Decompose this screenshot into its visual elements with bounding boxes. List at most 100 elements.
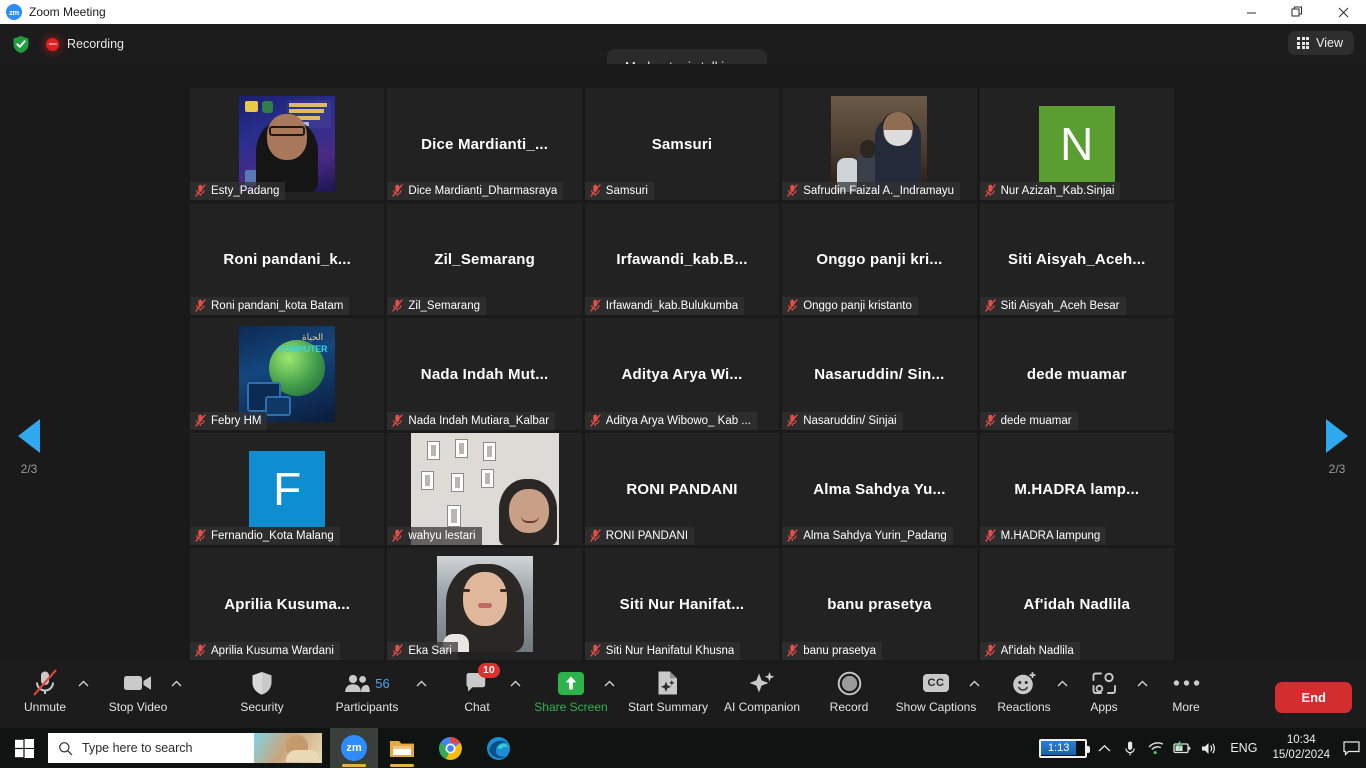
participant-tile[interactable]: Zil_Semarang Zil_Semarang bbox=[387, 203, 582, 315]
participant-tile[interactable]: M.HADRA lamp... M.HADRA lampung bbox=[979, 433, 1174, 545]
toolbar-item-label: Unmute bbox=[23, 700, 67, 714]
participant-tile[interactable]: Nada Indah Mut... Nada Indah Mutiara_Kal… bbox=[387, 318, 582, 430]
participant-display-name: Onggo panji kristanto bbox=[803, 299, 912, 312]
participant-display-name: Nur Azizah_Kab.Sinjai bbox=[1000, 184, 1115, 197]
end-meeting-button[interactable]: End bbox=[1275, 682, 1352, 713]
participant-tile[interactable]: dede muamar dede muamar bbox=[979, 318, 1174, 430]
participant-tile[interactable]: Af'idah Nadlila Af'idah Nadlila bbox=[979, 548, 1174, 660]
view-button[interactable]: View bbox=[1288, 31, 1354, 55]
participant-display-name: RONI PANDANI bbox=[605, 529, 689, 542]
participant-tile[interactable]: RONI PANDANI RONI PANDANI bbox=[584, 433, 780, 545]
toolbar-more-button[interactable]: More bbox=[1140, 668, 1232, 714]
chevron-up-icon[interactable] bbox=[415, 678, 427, 690]
participant-tile[interactable]: Samsuri Samsuri bbox=[584, 88, 780, 200]
toolbar-start-summary-button[interactable]: Start Summary bbox=[622, 668, 714, 714]
participant-name-bar: dede muamar bbox=[979, 412, 1078, 430]
toolbar-reactions-button[interactable]: Reactions bbox=[978, 668, 1070, 714]
zoom-taskbar-icon[interactable]: zm bbox=[330, 728, 378, 768]
participant-count: 56 bbox=[375, 675, 390, 691]
participant-tile[interactable]: F Fernandio_Kota Malang bbox=[190, 433, 385, 545]
participant-name-bar: Siti Aisyah_Aceh Besar bbox=[979, 297, 1126, 315]
chat-unread-badge: 10 bbox=[478, 663, 500, 678]
chevron-up-icon[interactable] bbox=[170, 678, 182, 690]
microphone-muted-icon bbox=[195, 184, 206, 197]
participant-name-large: Samsuri bbox=[651, 135, 713, 153]
participant-display-name: Irfawandi_kab.Bulukumba bbox=[605, 299, 739, 312]
chevron-up-icon[interactable] bbox=[1091, 728, 1117, 768]
toolbar-unmute-button[interactable]: Unmute bbox=[0, 668, 91, 714]
action-center-icon[interactable] bbox=[1336, 728, 1366, 768]
participant-name-bar: Esty_Padang bbox=[190, 182, 286, 200]
participant-tile[interactable]: Roni pandani_k... Roni pandani_kota Bata… bbox=[190, 203, 385, 315]
participant-tile[interactable]: Irfawandi_kab.B... Irfawandi_kab.Bulukum… bbox=[584, 203, 780, 315]
participant-tile[interactable]: Eka Sari bbox=[387, 548, 582, 660]
chevron-up-icon[interactable] bbox=[603, 678, 615, 690]
windows-start-icon[interactable] bbox=[0, 728, 48, 768]
participant-tile[interactable]: Dice Mardianti_... Dice Mardianti_Dharma… bbox=[387, 88, 582, 200]
participant-video bbox=[436, 556, 533, 652]
toolbar-ai-companion-button[interactable]: AI Companion bbox=[716, 668, 808, 714]
participant-tile[interactable]: Safrudin Faizal A._Indramayu bbox=[782, 88, 977, 200]
participant-video: الحياة COMPUTER bbox=[239, 326, 336, 422]
zoom-app-icon: zm bbox=[6, 4, 22, 20]
maximize-button[interactable] bbox=[1274, 0, 1320, 24]
participant-display-name: dede muamar bbox=[1000, 414, 1072, 427]
participant-tile[interactable]: الحياة COMPUTER Febry HM bbox=[190, 318, 385, 430]
video-camera-icon bbox=[123, 668, 153, 698]
recording-indicator[interactable]: Recording bbox=[46, 37, 124, 51]
toolbar-share-screen-button[interactable]: Share Screen bbox=[525, 668, 617, 714]
participant-tile[interactable]: Aprilia Kusuma... Aprilia Kusuma Wardani bbox=[190, 548, 385, 660]
grid-icon bbox=[1297, 37, 1310, 49]
minimize-button[interactable] bbox=[1228, 0, 1274, 24]
language-indicator[interactable]: ENG bbox=[1221, 741, 1266, 755]
microphone-muted-icon bbox=[392, 644, 404, 657]
participant-name-bar: Febry HM bbox=[190, 412, 268, 430]
chrome-taskbar-icon[interactable] bbox=[426, 728, 474, 768]
toolbar-apps-button[interactable]: Apps bbox=[1058, 668, 1150, 714]
toolbar-chat-button[interactable]: 10 Chat bbox=[431, 663, 523, 714]
clock[interactable]: 10:34 15/02/2024 bbox=[1266, 733, 1336, 763]
participant-name-large: Onggo panji kri... bbox=[816, 250, 943, 268]
participant-display-name: Nada Indah Mutiara_Kalbar bbox=[408, 414, 550, 427]
battery-time-label: 1:13 bbox=[1040, 741, 1077, 755]
microphone-muted-icon bbox=[787, 644, 798, 657]
participant-name-bar: banu prasetya bbox=[782, 642, 883, 660]
toolbar-record-button[interactable]: Record bbox=[803, 668, 895, 714]
microphone-icon[interactable] bbox=[1117, 728, 1143, 768]
meeting-top-bar: Recording Moderator is talking... View bbox=[0, 24, 1366, 84]
file-explorer-taskbar-icon[interactable] bbox=[378, 728, 426, 768]
chevron-up-icon[interactable] bbox=[509, 678, 521, 690]
participant-tile[interactable]: Aditya Arya Wi... Aditya Arya Wibowo_ Ka… bbox=[584, 318, 780, 430]
shield-check-icon[interactable] bbox=[12, 35, 30, 54]
battery-time-indicator[interactable]: 1:13 bbox=[1038, 738, 1091, 758]
participant-name-bar: Nada Indah Mutiara_Kalbar bbox=[387, 412, 556, 430]
chevron-up-icon[interactable] bbox=[77, 678, 89, 690]
toolbar-security-button[interactable]: Security bbox=[216, 668, 308, 714]
participant-tile[interactable]: Onggo panji kri... Onggo panji kristanto bbox=[782, 203, 977, 315]
participant-tile[interactable]: N Nur Azizah_Kab.Sinjai bbox=[979, 88, 1174, 200]
edge-taskbar-icon[interactable] bbox=[474, 728, 522, 768]
next-page-button[interactable]: 2/3 bbox=[1308, 419, 1366, 476]
participant-name-large: RONI PANDANI bbox=[626, 480, 738, 498]
participant-tile[interactable]: Siti Aisyah_Aceh... Siti Aisyah_Aceh Bes… bbox=[979, 203, 1174, 315]
toolbar-show-captions-button[interactable]: CC Show Captions bbox=[890, 668, 982, 714]
search-input[interactable]: Type here to search bbox=[48, 733, 322, 763]
toolbar-item-label: Security bbox=[240, 700, 284, 714]
participant-tile[interactable]: Esty_Padang bbox=[190, 88, 385, 200]
speaker-icon[interactable] bbox=[1195, 728, 1221, 768]
participant-tile[interactable]: wahyu lestari bbox=[387, 433, 582, 545]
participant-tile[interactable]: Alma Sahdya Yu... Alma Sahdya Yurin_Pada… bbox=[782, 433, 977, 545]
battery-charging-icon[interactable] bbox=[1169, 728, 1195, 768]
close-button[interactable] bbox=[1320, 0, 1366, 24]
wifi-icon[interactable] bbox=[1143, 728, 1169, 768]
participant-tile[interactable]: Nasaruddin/ Sin... Nasaruddin/ Sinjai bbox=[782, 318, 977, 430]
toolbar-item-label: Participants bbox=[335, 700, 399, 714]
participant-tile[interactable]: banu prasetya banu prasetya bbox=[782, 548, 977, 660]
toolbar-participants-button[interactable]: 56 Participants bbox=[321, 668, 413, 714]
previous-page-button[interactable]: 2/3 bbox=[0, 419, 58, 476]
closed-caption-icon: CC bbox=[923, 674, 949, 692]
toolbar-stop-video-button[interactable]: Stop Video bbox=[92, 668, 184, 714]
system-tray: 1:13 ENG 10:34 15/02/2024 bbox=[1038, 728, 1366, 768]
microphone-muted-icon bbox=[195, 644, 206, 657]
participant-tile[interactable]: Siti Nur Hanifat... Siti Nur Hanifatul K… bbox=[584, 548, 780, 660]
